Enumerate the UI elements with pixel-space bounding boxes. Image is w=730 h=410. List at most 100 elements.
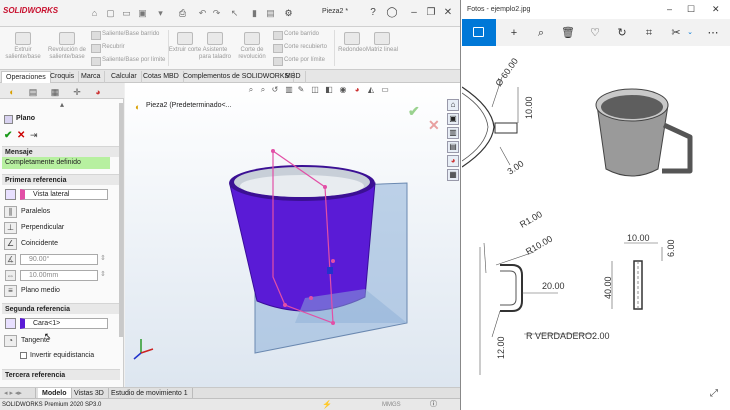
ok-check-icon[interactable]: ✔ <box>4 130 12 141</box>
rotate-icon[interactable]: ↻ <box>615 26 629 40</box>
tab-calcular[interactable]: Calcular <box>107 71 142 83</box>
tab-mbd[interactable]: MBD <box>281 71 306 83</box>
distance-icon[interactable]: ⇔ <box>5 270 16 281</box>
custom-properties-icon[interactable]: ▦ <box>447 169 459 181</box>
swept-boss-button[interactable]: Saliente/Base barrido <box>90 29 159 40</box>
angle-icon[interactable]: ∡ <box>5 254 16 265</box>
sketch-point[interactable] <box>331 259 335 263</box>
sketch-point[interactable] <box>331 321 335 325</box>
open-file-icon[interactable]: ▭ <box>120 7 133 20</box>
sketch-point[interactable] <box>271 149 275 153</box>
cancel-x-icon[interactable]: ✕ <box>17 130 25 141</box>
minimize-icon[interactable]: – <box>667 0 672 19</box>
resources-taskpane-icon[interactable]: ▣ <box>447 113 459 125</box>
option-label: Paralelos <box>21 208 51 215</box>
tab-marca[interactable]: Marca <box>77 71 106 83</box>
boundary-boss-button[interactable]: Saliente/Base por límite <box>90 55 165 66</box>
primera-referencia-header[interactable]: Primera referencia <box>2 174 120 185</box>
rebuild-icon[interactable]: ▮ <box>248 7 261 20</box>
dropdown-icon[interactable]: ▾ <box>154 7 167 20</box>
maximize-icon[interactable]: ☐ <box>687 0 695 19</box>
selection-marker <box>327 267 333 274</box>
isometric-mug <box>595 88 693 177</box>
mensaje-header[interactable]: Mensaje <box>2 146 120 157</box>
rebuild-status-icon[interactable]: ⚡ <box>322 399 332 410</box>
revolve-cut-button[interactable]: Corte de revolución <box>232 28 272 70</box>
undo-icon[interactable]: ↶ <box>196 7 209 20</box>
extrude-boss-icon <box>15 32 31 45</box>
manager-tabs: ◐ ▤ ▦ ✛ ◕ <box>0 83 124 99</box>
fullscreen-icon[interactable]: ⤢ <box>710 388 718 399</box>
paralelos-option[interactable]: ∥ Paralelos <box>4 205 116 219</box>
help-icon[interactable]: ? <box>366 6 380 20</box>
sketch-point[interactable] <box>283 303 287 307</box>
new-file-icon[interactable]: ▢ <box>104 7 117 20</box>
property-manager-icon[interactable]: ▤ <box>25 86 41 98</box>
minimize-icon[interactable]: – <box>407 6 421 20</box>
close-icon[interactable]: ✕ <box>712 0 720 19</box>
restore-icon[interactable]: ❐ <box>424 6 438 20</box>
tangente-option[interactable]: ◔ Tangente <box>4 334 116 348</box>
crop-icon[interactable]: ⌗ <box>642 26 656 40</box>
revolve-boss-button[interactable]: Revolución de saliente/base <box>44 28 90 70</box>
loft-button[interactable]: Recubrir <box>90 42 125 53</box>
spinner-icon[interactable]: ⇕ <box>100 270 106 278</box>
angle-field[interactable]: 90.00° <box>20 254 98 265</box>
panel-scrollbar[interactable] <box>119 103 123 337</box>
dimxpert-icon[interactable]: ✛ <box>69 86 85 98</box>
file-explorer-icon[interactable]: ▤ <box>447 141 459 153</box>
add-to-icon[interactable]: + <box>507 26 521 40</box>
dim-label: 20.00 <box>542 281 565 291</box>
zoom-icon[interactable]: ⌕ <box>534 26 548 40</box>
file-properties-icon[interactable]: ▤ <box>264 7 277 20</box>
options-gear-icon[interactable]: ⚙ <box>282 7 295 20</box>
feature-manager-icon[interactable]: ◐ <box>4 86 20 98</box>
redo-icon[interactable]: ↷ <box>210 7 223 20</box>
linear-pattern-button[interactable]: Matriz lineal <box>364 28 400 70</box>
edit-create-icon[interactable]: ✂ <box>669 26 683 40</box>
distance-field[interactable]: 10.00mm <box>20 270 98 281</box>
expand-arrow-icon[interactable]: ▴ <box>0 100 124 111</box>
favorite-icon[interactable]: ♡ <box>588 26 602 40</box>
see-all-photos-button[interactable] <box>462 19 496 46</box>
first-reference-field[interactable]: Vista lateral <box>20 189 108 200</box>
chevron-down-icon[interactable]: ⌄ <box>683 26 697 40</box>
more-icon[interactable]: ⋯ <box>706 26 720 40</box>
plano-medio-option[interactable]: ≡ Plano medio <box>4 284 116 298</box>
select-icon[interactable]: ↖ <box>228 7 241 20</box>
help-status-icon[interactable]: ⓘ <box>430 399 437 410</box>
design-library-icon[interactable]: ▥ <box>447 127 459 139</box>
swept-cut-button[interactable]: Corte barrido <box>272 29 319 40</box>
spinner-icon[interactable]: ⇕ <box>100 254 106 262</box>
segunda-referencia-header[interactable]: Segunda referencia <box>2 303 120 314</box>
user-icon[interactable]: ◯ <box>385 6 399 20</box>
display-manager-icon[interactable]: ◕ <box>90 86 106 98</box>
appearances-icon[interactable]: ◕ <box>447 155 459 167</box>
graphics-area[interactable]: ◐ Pieza2 (Predeterminado<... ⌕ ⌕ ↺ ▥ ✎ ◫… <box>125 83 460 387</box>
delete-icon[interactable]: 🗑 <box>561 26 575 40</box>
coincidente-option[interactable]: ∠ Coincidente <box>4 237 116 251</box>
lofted-cut-button[interactable]: Corte recubierto <box>272 42 327 53</box>
save-icon[interactable]: ▣ <box>136 7 149 20</box>
sketch-point[interactable] <box>309 296 313 300</box>
home-taskpane-icon[interactable]: ⌂ <box>447 99 459 111</box>
configuration-icon[interactable]: ▦ <box>47 86 63 98</box>
pushpin-icon[interactable]: ⇥ <box>30 130 38 141</box>
extrude-boss-button[interactable]: Extruir saliente/base <box>0 28 46 70</box>
sketch-point[interactable] <box>323 185 327 189</box>
units-label[interactable]: MMGS <box>382 399 401 410</box>
tab-croquis[interactable]: Croquis <box>46 71 80 83</box>
tab-cotas-mbd[interactable]: Cotas MBD <box>139 71 184 83</box>
second-reference-field[interactable]: Cara<1> <box>20 318 108 329</box>
hole-wizard-button[interactable]: Asistente para taladro <box>196 28 234 70</box>
tab-operaciones[interactable]: Operaciones <box>1 71 51 83</box>
tercera-referencia-header[interactable]: Tercera referencia <box>2 369 120 380</box>
boundary-cut-button[interactable]: Corte por límite <box>272 55 325 66</box>
invertir-checkbox[interactable] <box>20 352 27 359</box>
perpendicular-option[interactable]: ⊥ Perpendicular <box>4 221 116 235</box>
home-icon[interactable]: ⌂ <box>88 7 101 20</box>
cup-model-view[interactable] <box>125 83 445 387</box>
close-icon[interactable]: ✕ <box>441 6 455 20</box>
print-icon[interactable]: ⎙ <box>176 7 189 20</box>
tab-complementos[interactable]: Complementos de SOLIDWORKS <box>179 71 295 83</box>
